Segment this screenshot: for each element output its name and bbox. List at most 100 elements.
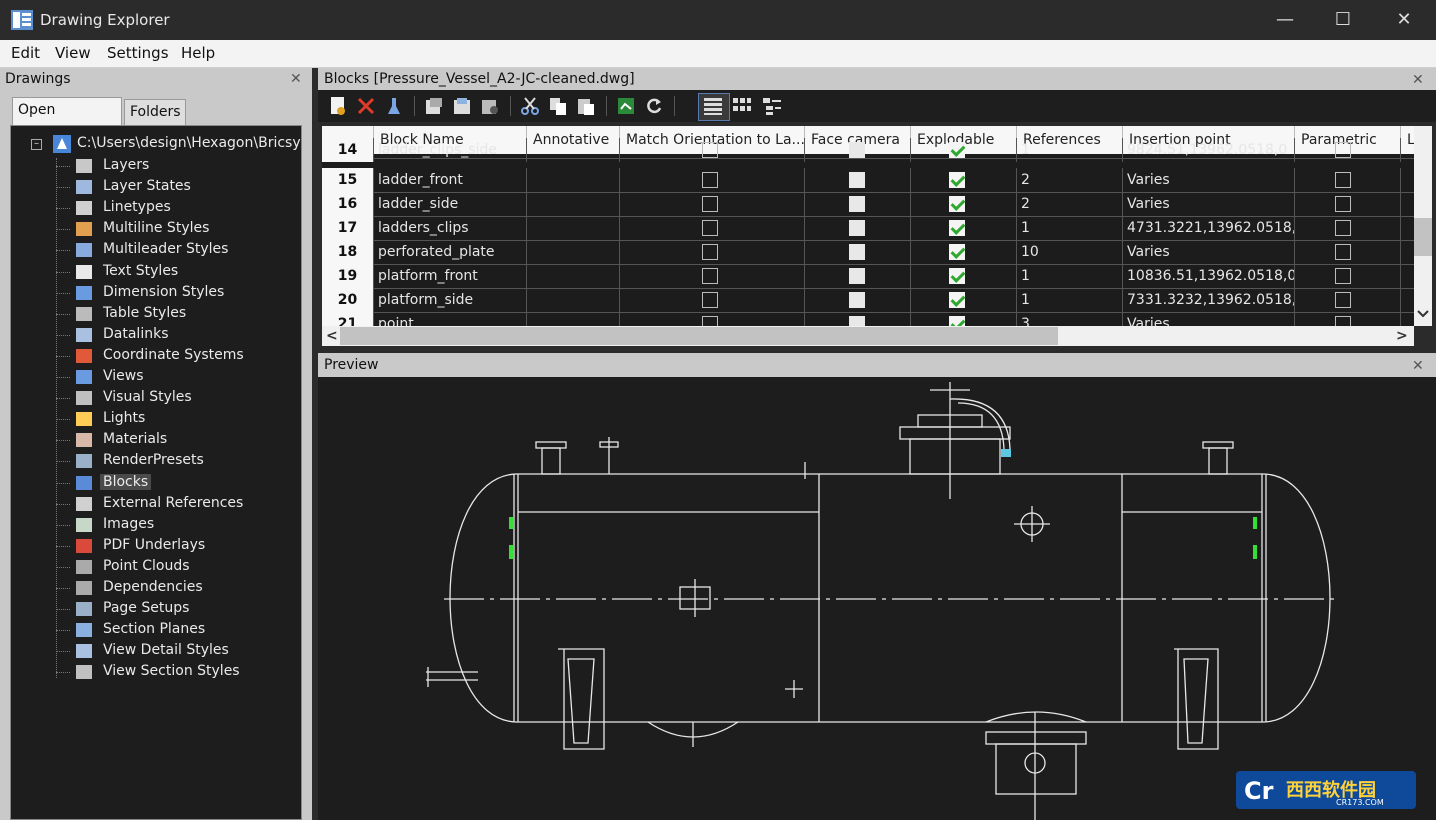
cut-icon[interactable] xyxy=(520,96,540,116)
tree-view-icon[interactable] xyxy=(762,96,782,116)
block-name-cell: ladder_side xyxy=(374,192,527,216)
menu-view[interactable]: View xyxy=(55,44,91,62)
tab-folders[interactable]: Folders xyxy=(124,99,186,125)
scroll-down-icon[interactable] xyxy=(1415,306,1431,322)
drawing-root-path[interactable]: C:\Users\design\Hexagon\Bricsys xyxy=(77,135,301,151)
references-cell: 3 xyxy=(1017,312,1123,326)
blocks-panel-close-button[interactable]: ✕ xyxy=(1412,72,1424,88)
svg-text:Cr: Cr xyxy=(1244,777,1274,805)
menu-help[interactable]: Help xyxy=(181,44,215,62)
face-camera-checkbox[interactable] xyxy=(849,142,865,158)
redefine-icon[interactable] xyxy=(480,96,500,116)
blocks-grid: Block Name Annotative Match Orientation … xyxy=(322,126,1414,326)
window-title: Drawing Explorer xyxy=(40,11,170,29)
details-view-icon[interactable] xyxy=(703,96,723,116)
l-cell xyxy=(1401,240,1414,264)
table-row[interactable]: 19 platform_front 1 10836.51,13962.0518,0 xyxy=(322,264,1414,289)
parametric-checkbox[interactable] xyxy=(1335,244,1351,260)
purge-icon[interactable] xyxy=(384,96,404,116)
face-camera-checkbox[interactable] xyxy=(849,316,865,326)
block-name-cell: ladders_clips xyxy=(374,216,527,240)
datalinks-icon xyxy=(76,327,92,342)
face-camera-checkbox[interactable] xyxy=(849,268,865,284)
parametric-checkbox[interactable] xyxy=(1335,142,1351,158)
table-row[interactable]: 15 ladder_front 2 Varies xyxy=(322,168,1414,193)
preview-panel-close-button[interactable]: ✕ xyxy=(1412,358,1424,374)
references-cell: 10 xyxy=(1017,240,1123,264)
paste-icon[interactable] xyxy=(576,96,596,116)
tree-item-label: Datalinks xyxy=(103,325,169,342)
tree-item-label: Point Clouds xyxy=(103,557,190,574)
copy-icon[interactable] xyxy=(548,96,568,116)
grid-vertical-scroll-thumb[interactable] xyxy=(1414,218,1432,256)
parametric-checkbox[interactable] xyxy=(1335,316,1351,326)
collapse-toggle[interactable]: – xyxy=(31,139,42,150)
match-orientation-checkbox[interactable] xyxy=(702,196,718,212)
face-camera-checkbox[interactable] xyxy=(849,292,865,308)
insertion-point-cell: 7331.3232,13962.0518,0 xyxy=(1123,288,1295,312)
face-camera-checkbox[interactable] xyxy=(849,196,865,212)
insertion-point-cell: Varies xyxy=(1123,240,1295,264)
visual-styles-icon xyxy=(76,391,92,406)
explodable-checkbox[interactable] xyxy=(949,268,965,284)
delete-icon[interactable] xyxy=(356,96,376,116)
new-block-icon[interactable] xyxy=(328,96,348,116)
match-orientation-checkbox[interactable] xyxy=(702,268,718,284)
explodable-checkbox[interactable] xyxy=(949,244,965,260)
face-camera-cell xyxy=(805,216,911,240)
refresh-icon[interactable] xyxy=(644,96,664,116)
tree-item-label: Section Planes xyxy=(103,621,206,638)
explodable-checkbox[interactable] xyxy=(949,142,965,158)
match-orientation-cell xyxy=(620,216,805,240)
table-row[interactable]: 20 platform_side 1 7331.3232,13962.0518,0 xyxy=(322,288,1414,313)
parametric-checkbox[interactable] xyxy=(1335,268,1351,284)
match-orientation-checkbox[interactable] xyxy=(702,244,718,260)
references-cell: 2 xyxy=(1017,168,1123,192)
explodable-checkbox[interactable] xyxy=(949,220,965,236)
l-cell xyxy=(1401,264,1414,288)
match-orientation-checkbox[interactable] xyxy=(702,220,718,236)
table-row[interactable]: 17 ladders_clips 1 4731.3221,13962.0518,0 xyxy=(322,216,1414,241)
menu-edit[interactable]: Edit xyxy=(11,44,40,62)
explodable-checkbox[interactable] xyxy=(949,196,965,212)
scroll-left-button[interactable]: < xyxy=(326,328,338,344)
table-row[interactable]: 16 ladder_side 2 Varies xyxy=(322,192,1414,217)
table-row[interactable]: 14 ladder_clips_side 1 9824.51,13962.0518,0 xyxy=(322,138,1414,162)
match-orientation-checkbox[interactable] xyxy=(702,142,718,158)
parametric-checkbox[interactable] xyxy=(1335,220,1351,236)
match-orientation-checkbox[interactable] xyxy=(702,316,718,326)
face-camera-checkbox[interactable] xyxy=(849,172,865,188)
references-cell: 1 xyxy=(1017,216,1123,240)
explodable-cell xyxy=(911,264,1017,288)
parametric-checkbox[interactable] xyxy=(1335,172,1351,188)
close-button[interactable]: ✕ xyxy=(1375,0,1433,40)
drawings-panel-close-button[interactable]: ✕ xyxy=(290,71,302,87)
icons-view-icon[interactable] xyxy=(732,96,752,116)
insert-icon[interactable] xyxy=(424,96,444,116)
block-preview xyxy=(318,377,1436,820)
minimize-button[interactable]: — xyxy=(1256,0,1314,40)
write-block-icon[interactable] xyxy=(452,96,472,116)
pdf-underlays-icon xyxy=(76,538,92,553)
parametric-checkbox[interactable] xyxy=(1335,196,1351,212)
face-camera-checkbox[interactable] xyxy=(849,220,865,236)
match-orientation-checkbox[interactable] xyxy=(702,292,718,308)
preview-toggle-icon[interactable] xyxy=(616,96,636,116)
explodable-checkbox[interactable] xyxy=(949,316,965,326)
maximize-button[interactable]: ☐ xyxy=(1314,0,1372,40)
face-camera-checkbox[interactable] xyxy=(849,244,865,260)
parametric-checkbox[interactable] xyxy=(1335,292,1351,308)
explodable-checkbox[interactable] xyxy=(949,172,965,188)
drawings-panel-title: Drawings xyxy=(5,71,71,87)
table-row[interactable]: 21 point 3 Varies xyxy=(322,312,1414,326)
scroll-right-button[interactable]: > xyxy=(1396,328,1408,344)
parametric-cell xyxy=(1295,240,1401,264)
menu-settings[interactable]: Settings xyxy=(107,44,169,62)
table-row[interactable]: 18 perforated_plate 10 Varies xyxy=(322,240,1414,265)
explodable-checkbox[interactable] xyxy=(949,292,965,308)
grid-horizontal-scroll-thumb[interactable] xyxy=(340,327,1058,345)
insertion-point-cell: 9824.51,13962.0518,0 xyxy=(1123,138,1295,162)
l-cell xyxy=(1401,138,1414,162)
tab-open-drawings[interactable]: Open Drawings xyxy=(12,97,122,142)
match-orientation-checkbox[interactable] xyxy=(702,172,718,188)
